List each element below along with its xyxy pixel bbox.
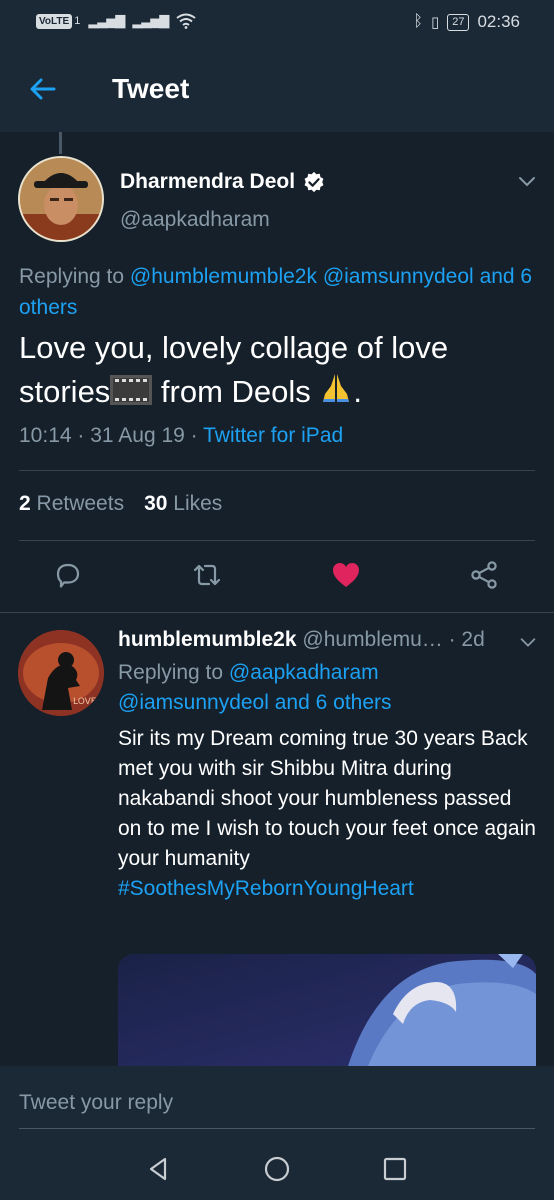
reply-input[interactable]: Tweet your reply [19, 1091, 173, 1115]
reply-author-name[interactable]: humblemumble2k [118, 628, 297, 651]
tweet-text-part: . [353, 374, 363, 409]
reply-author-avatar[interactable]: LOVE [18, 630, 104, 716]
chevron-down-icon[interactable] [518, 632, 538, 652]
signal-icon: ▂▃▅▇ [88, 13, 125, 28]
divider [19, 540, 535, 541]
author-handle[interactable]: @aapkadharam [120, 208, 270, 232]
tweet-text-part: from Deols [152, 374, 320, 409]
app-header: Tweet [0, 46, 554, 132]
back-arrow-icon[interactable] [28, 74, 58, 104]
tweet-time: 10:14 [19, 424, 72, 447]
svg-text:LOVE: LOVE [73, 697, 97, 707]
sim-number: 1 [74, 15, 81, 27]
retweet-label: Retweets [36, 492, 125, 515]
folded-hands-icon [323, 374, 350, 402]
hashtag-link[interactable]: #SoothesMyRebornYoungHeart [118, 877, 414, 900]
status-left: VoLTE 1 ▂▃▅▇ ▂▃▅▇ [36, 13, 196, 29]
reply-age: · 2d [448, 628, 485, 651]
wifi-icon [176, 13, 196, 29]
author-name[interactable]: Dharmendra Deol [120, 170, 295, 194]
nav-back-icon[interactable] [143, 1154, 173, 1184]
film-frames-icon [110, 375, 153, 405]
replying-prefix: Replying to [118, 661, 224, 684]
mention-link[interactable]: @humblemumble2k [130, 265, 317, 288]
like-heart-icon[interactable] [330, 559, 362, 591]
reply-composer[interactable]: Tweet your reply [0, 1066, 554, 1138]
battery-icon: 27 [447, 13, 470, 31]
divider [19, 470, 535, 471]
bluetooth-icon: ᛒ [413, 13, 423, 30]
vibrate-icon: ▯ [430, 14, 440, 31]
replying-prefix: Replying to [19, 265, 125, 288]
tweet-source[interactable]: Twitter for iPad [203, 424, 343, 447]
reply-media-image[interactable] [118, 954, 536, 1066]
reply-text: Sir its my Dream coming true 30 years Ba… [118, 724, 538, 904]
status-bar: VoLTE 1 ▂▃▅▇ ▂▃▅▇ ᛒ ▯ 27 02:36 [0, 0, 554, 46]
status-time: 02:36 [477, 12, 520, 31]
like-count: 30 [144, 492, 168, 515]
like-label: Likes [173, 492, 223, 515]
mention-link[interactable]: @aapkadharam [229, 661, 379, 684]
nav-home-icon[interactable] [262, 1154, 292, 1184]
retweets-stat[interactable]: 2 Retweets [19, 492, 124, 516]
status-right: ᛒ ▯ 27 02:36 [413, 12, 520, 32]
share-icon[interactable] [468, 559, 500, 591]
volte-badge: VoLTE [36, 13, 73, 29]
tweet-text: Love you, lovely collage of love stories… [19, 326, 539, 414]
system-nav-bar [0, 1138, 554, 1200]
retweet-icon[interactable] [191, 559, 223, 591]
retweet-count: 2 [19, 492, 31, 515]
tweet-meta: 10:14 · 31 Aug 19 · Twitter for iPad [19, 424, 344, 447]
likes-stat[interactable]: 30 Likes [144, 492, 222, 516]
reply-author-handle[interactable]: @humblemu… [302, 628, 442, 651]
verified-badge-icon [304, 171, 324, 193]
chevron-down-icon[interactable] [516, 170, 538, 192]
reply-header: humblemumble2k @humblemu… · 2d [118, 628, 485, 652]
page-title: Tweet [112, 73, 190, 104]
author-avatar[interactable] [18, 156, 104, 242]
author-name-row: Dharmendra Deol [120, 170, 325, 194]
mention-link[interactable]: @iamsunnydeol [323, 265, 474, 288]
reply-body: Sir its my Dream coming true 30 years Ba… [118, 727, 536, 870]
nav-recents-icon[interactable] [380, 1154, 410, 1184]
divider [0, 612, 554, 613]
others-link[interactable]: and 6 others [275, 691, 392, 714]
tweet-date: 31 Aug 19 [90, 424, 185, 447]
reply-icon[interactable] [52, 559, 84, 591]
mention-link[interactable]: @iamsunnydeol [118, 691, 269, 714]
tweet-stats: 2 Retweets 30 Likes [19, 492, 222, 516]
signal-icon-2: ▂▃▅▇ [132, 13, 169, 28]
replying-to: Replying to @humblemumble2k @iamsunnydeo… [19, 261, 539, 323]
tweet-actions [0, 555, 554, 599]
reply-input-underline [19, 1128, 535, 1129]
reply-replying-to: Replying to @aapkadharam @iamsunnydeol a… [118, 658, 528, 718]
thread-line [59, 132, 62, 154]
